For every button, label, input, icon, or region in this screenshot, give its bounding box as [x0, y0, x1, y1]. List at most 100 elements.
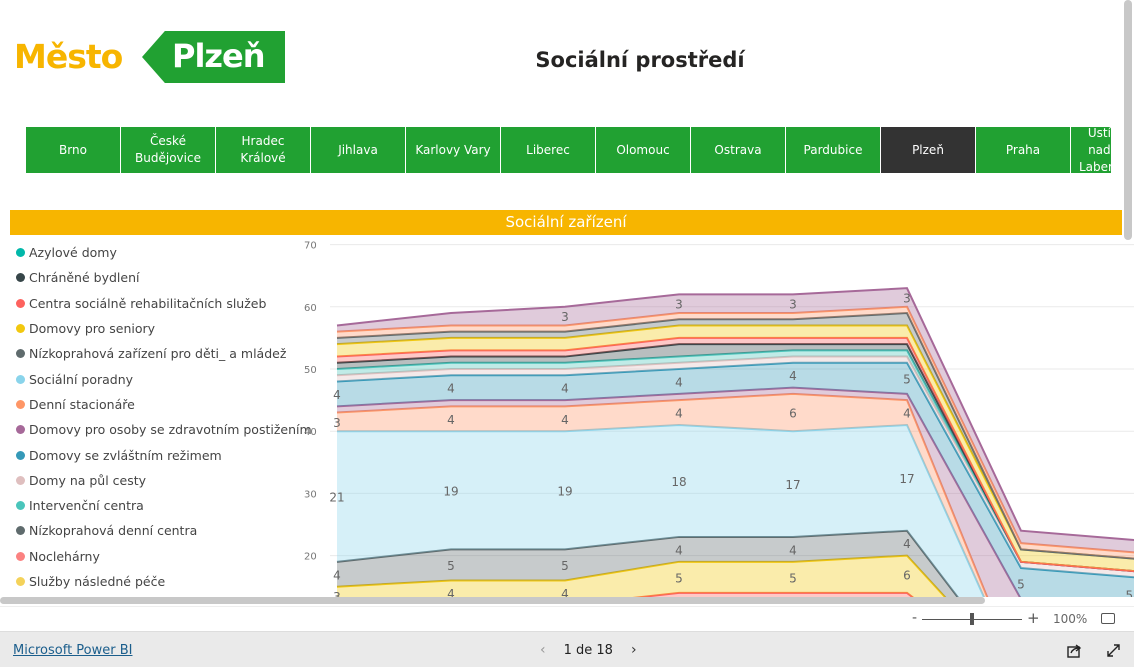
previous-page-button[interactable]: ‹	[540, 642, 546, 658]
data-label: 5	[561, 559, 569, 573]
data-label: 4	[447, 382, 455, 396]
data-label: 17	[785, 478, 800, 492]
tab-11[interactable]: Ústí nad Labem	[1071, 127, 1111, 173]
data-label: 3	[675, 298, 683, 312]
data-label: 4	[789, 369, 797, 383]
page-indicator: 1 de 18	[563, 642, 613, 658]
data-label: 6	[789, 407, 797, 421]
data-label: 6	[903, 568, 911, 582]
next-page-button[interactable]: ›	[631, 642, 637, 658]
data-label: 17	[899, 472, 914, 486]
y-tick-label: 50	[304, 365, 317, 376]
page-navigator: ‹ 1 de 18 ›	[540, 642, 637, 658]
legend-dot-icon	[16, 298, 25, 308]
data-label: 4	[561, 382, 569, 396]
tab-1[interactable]: České Budějovice	[121, 127, 215, 173]
legend-item[interactable]: Denní stacionáře	[16, 392, 306, 417]
legend-item[interactable]: Intervenční centra	[16, 493, 306, 518]
power-bi-link[interactable]: Microsoft Power BI	[13, 643, 132, 658]
y-tick-label: 70	[304, 241, 317, 252]
legend-item[interactable]: Domy na půl cesty	[16, 468, 306, 493]
tab-7[interactable]: Ostrava	[691, 127, 785, 173]
zoom-slider-handle[interactable]	[970, 613, 974, 625]
data-label: 5	[1017, 578, 1025, 592]
data-label: 5	[903, 372, 911, 386]
data-label: 4	[333, 568, 341, 582]
y-tick-label: 20	[304, 552, 317, 563]
legend-dot-icon	[16, 324, 25, 334]
legend-item[interactable]: Noclehárny	[16, 544, 306, 569]
legend-label: Nízkoprahová denní centra	[29, 523, 198, 539]
tab-0[interactable]: Brno	[26, 127, 120, 173]
data-label: 5.5	[1125, 588, 1134, 597]
horizontal-scrollbar[interactable]	[0, 597, 985, 604]
data-label: 5	[789, 571, 797, 585]
data-label: 5	[447, 559, 455, 573]
data-label: 19	[557, 484, 572, 498]
tab-10[interactable]: Praha	[976, 127, 1070, 173]
data-label: 5	[675, 571, 683, 585]
legend-dot-icon	[16, 475, 25, 485]
data-label: 4	[447, 413, 455, 427]
tab-2[interactable]: Hradec Králové	[216, 127, 310, 173]
legend-dot-icon	[16, 526, 25, 536]
legend-label: Nízkoprahová zařízení pro děti_ a mládež	[29, 346, 287, 362]
legend-dot-icon	[16, 399, 25, 409]
legend-label: Centra sociálně rehabilitačních služeb	[29, 295, 267, 311]
legend-dot-icon	[16, 501, 25, 511]
legend-label: Azylové domy	[29, 245, 117, 261]
tab-5[interactable]: Liberec	[501, 127, 595, 173]
tab-9[interactable]: Plzeň	[881, 127, 975, 173]
page-title: Sociální prostředí	[535, 48, 745, 72]
legend-item[interactable]: Domovy se zvláštním režimem	[16, 442, 306, 467]
zoom-out-button[interactable]: -	[912, 610, 917, 626]
legend-item[interactable]: Domovy pro seniory	[16, 316, 306, 341]
legend-item[interactable]: Domovy pro osoby se zdravotním postižení…	[16, 417, 312, 442]
legend-label: Sociální poradny	[29, 371, 134, 387]
legend-dot-icon	[16, 374, 25, 384]
legend-item[interactable]: Chráněné bydlení	[16, 265, 306, 290]
legend-dot-icon	[16, 577, 25, 586]
data-label: 4	[447, 587, 455, 597]
y-tick-label: 40	[304, 427, 317, 438]
tab-4[interactable]: Karlovy Vary	[406, 127, 500, 173]
data-label: 4	[333, 388, 341, 402]
tab-3[interactable]: Jihlava	[311, 127, 405, 173]
city-tabs: Brno České Budějovice Hradec Králové Jihlav…	[26, 127, 1111, 173]
data-label: 21	[329, 491, 344, 505]
legend-item[interactable]: Služby následné péče	[16, 569, 306, 594]
data-label: 4	[675, 407, 683, 421]
vertical-scrollbar[interactable]	[1124, 0, 1132, 240]
logo-text-plzen: Plzeň	[172, 37, 266, 75]
data-label: 3	[561, 310, 569, 324]
legend-dot-icon	[16, 248, 25, 258]
data-label: 4	[789, 543, 797, 557]
legend-item[interactable]: Nízkoprahová zařízení pro děti_ a mládež	[16, 341, 306, 366]
section-title: Sociální zařízení	[10, 210, 1122, 235]
legend-dot-icon	[16, 450, 25, 460]
mesto-plzen-logo: Město Plzeň	[14, 31, 286, 83]
zoom-in-button[interactable]: +	[1027, 609, 1040, 627]
legend-label: Domovy pro seniory	[29, 321, 156, 337]
data-label: 4	[903, 537, 911, 551]
legend-dot-icon	[16, 273, 25, 283]
legend-item[interactable]: Centra sociálně rehabilitačních služeb	[16, 291, 306, 316]
tab-8[interactable]: Pardubice	[786, 127, 880, 173]
tab-6[interactable]: Olomouc	[596, 127, 690, 173]
zoom-level: 100%	[1053, 612, 1088, 626]
legend-item[interactable]: Sociální poradny	[16, 366, 306, 391]
data-label: 4	[675, 543, 683, 557]
data-label: 19	[443, 484, 458, 498]
legend-label: Domy na půl cesty	[29, 472, 147, 488]
data-label: 4	[561, 413, 569, 427]
fit-to-page-icon[interactable]	[1101, 613, 1115, 624]
fullscreen-icon[interactable]	[1106, 643, 1121, 658]
data-label: 3	[789, 298, 797, 312]
legend-item[interactable]: Nízkoprahová denní centra	[16, 518, 306, 543]
data-label: 3	[903, 291, 911, 305]
legend-label: Domovy pro osoby se zdravotním postižení…	[29, 422, 312, 438]
share-icon[interactable]	[1067, 643, 1082, 658]
legend-item[interactable]: Azylové domy	[16, 240, 306, 265]
legend-label: Denní stacionáře	[29, 396, 135, 412]
data-label: 4	[561, 587, 569, 597]
